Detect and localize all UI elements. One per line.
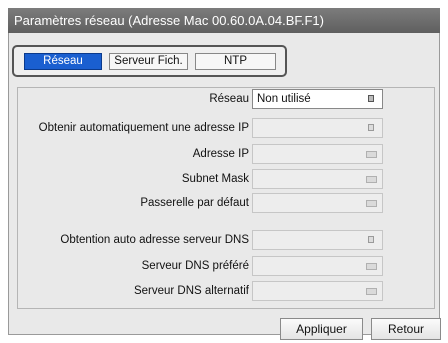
auto-ip-label: Obtenir automatiquement une adresse IP	[38, 122, 249, 134]
dropdown-icon	[368, 124, 374, 131]
tab-serveur-fich[interactable]: Serveur Fich.	[109, 53, 188, 70]
network-select-value: Non utilisé	[257, 93, 311, 105]
dropdown-icon	[368, 236, 374, 243]
subnet-mask-label: Subnet Mask	[181, 173, 249, 185]
window-title: Paramètres réseau (Adresse Mac 00.60.0A.…	[8, 8, 440, 33]
preferred-dns-field[interactable]	[252, 256, 383, 276]
ip-address-field[interactable]	[252, 144, 383, 164]
keyboard-icon	[366, 176, 377, 183]
dropdown-icon	[368, 95, 374, 102]
network-form: Réseau Non utilisé Obtenir automatiqueme…	[17, 87, 435, 309]
network-label: Réseau	[209, 93, 249, 105]
ip-address-label: Adresse IP	[192, 148, 249, 160]
keyboard-icon	[366, 288, 377, 295]
alternate-dns-field[interactable]	[252, 281, 383, 301]
gateway-field[interactable]	[252, 193, 383, 213]
gateway-label: Passerelle par défaut	[140, 197, 249, 209]
back-button[interactable]: Retour	[371, 318, 441, 340]
keyboard-icon	[366, 200, 377, 207]
network-select[interactable]: Non utilisé	[252, 89, 383, 109]
auto-ip-select[interactable]	[252, 118, 383, 138]
auto-dns-select[interactable]	[252, 230, 383, 250]
preferred-dns-label: Serveur DNS préféré	[141, 260, 249, 272]
keyboard-icon	[366, 263, 377, 270]
tab-reseau[interactable]: Réseau	[24, 53, 102, 70]
alternate-dns-label: Serveur DNS alternatif	[133, 285, 249, 297]
tab-ntp[interactable]: NTP	[195, 53, 276, 70]
subnet-mask-field[interactable]	[252, 169, 383, 189]
tab-bar: Réseau Serveur Fich. NTP	[12, 45, 287, 77]
keyboard-icon	[366, 151, 377, 158]
apply-button[interactable]: Appliquer	[280, 318, 363, 340]
auto-dns-label: Obtention auto adresse serveur DNS	[60, 234, 249, 246]
settings-panel: Réseau Serveur Fich. NTP Réseau Non util…	[8, 33, 441, 340]
